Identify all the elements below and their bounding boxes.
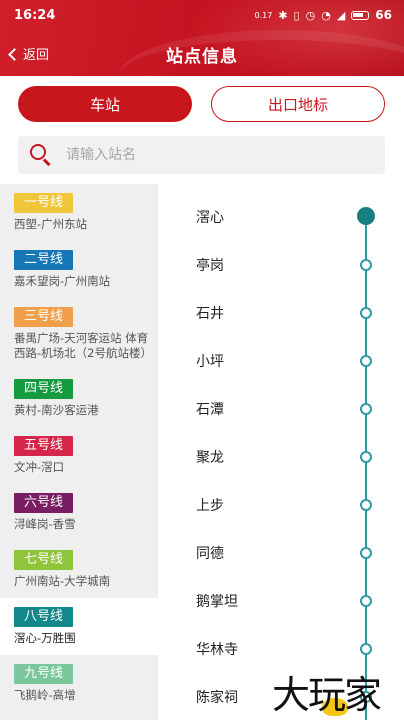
signal-icon: ◢: [336, 8, 346, 22]
line-badge: 九号线: [14, 664, 73, 684]
line-badge: 八号线: [14, 607, 73, 627]
line-list[interactable]: 一号线西塱-广州东站二号线嘉禾望岗-广州南站三号线番禺广场-天河客运站 体育西路…: [0, 184, 158, 720]
line-item[interactable]: 六号线浔峰岗-香雪: [0, 484, 158, 541]
station-name: 同德: [196, 546, 224, 562]
station-name: 滘心: [196, 210, 224, 226]
station-name: 鹅掌坦: [196, 594, 238, 610]
status-icons: 0.17 ✱ ▯ ◷ ◔ ◢ 66: [255, 8, 392, 22]
line-item[interactable]: 四号线黄村-南沙客运港: [0, 370, 158, 427]
line-item[interactable]: 七号线广州南站-大学城南: [0, 541, 158, 598]
battery-percent: 66: [375, 8, 392, 22]
segmented-tabs: 车站 出口地标: [18, 86, 386, 122]
line-item[interactable]: 二号线嘉禾望岗-广州南站: [0, 241, 158, 298]
page-title: 站点信息: [166, 47, 238, 67]
status-bar: 16:24 0.17 ✱ ▯ ◷ ◔ ◢ 66: [0, 0, 404, 30]
line-route: 番禺广场-天河客运站 体育西路-机场北（2号航站楼）: [14, 331, 152, 360]
station-list[interactable]: 滘心亭岗石井小坪石潭聚龙上步同德鹅掌坦华林寺陈家祠: [158, 184, 404, 720]
station-dot: [360, 355, 372, 367]
line-badge: 七号线: [14, 550, 73, 570]
line-badge: 三号线: [14, 307, 73, 327]
line-route: 浔峰岗-香雪: [14, 517, 76, 531]
line-item[interactable]: 一号线西塱-广州东站: [0, 184, 158, 241]
network-speed: 0.17: [254, 10, 273, 20]
wifi-icon: ◔: [321, 8, 331, 22]
station-dot: [360, 499, 372, 511]
station-dot: [360, 451, 372, 463]
line-badge: 六号线: [14, 493, 73, 513]
status-time: 16:24: [14, 8, 56, 23]
line-badge: 一号线: [14, 193, 73, 213]
line-item[interactable]: 十三号线: [0, 712, 158, 720]
line-item[interactable]: 九号线飞鹅岭-高增: [0, 655, 158, 712]
station-row[interactable]: 上步: [158, 476, 404, 524]
station-row[interactable]: 鹅掌坦: [158, 572, 404, 620]
station-dot: [360, 403, 372, 415]
search-bar[interactable]: [18, 136, 385, 174]
vibrate-icon: ▯: [293, 8, 300, 22]
station-row[interactable]: 石井: [158, 284, 404, 332]
line-route: 滘心-万胜围: [14, 631, 76, 645]
nav-bar: 返回 站点信息: [0, 34, 404, 72]
station-name: 陈家祠: [196, 690, 238, 706]
station-name: 华林寺: [196, 642, 238, 658]
line-item[interactable]: 五号线文冲-滘口: [0, 427, 158, 484]
line-route: 西塱-广州东站: [14, 217, 88, 231]
line-badge: 二号线: [14, 250, 73, 270]
station-dot: [360, 547, 372, 559]
bluetooth-icon: ✱: [278, 8, 288, 22]
tab-stations[interactable]: 车站: [18, 86, 192, 122]
station-dot: [360, 643, 372, 655]
line-route: 文冲-滘口: [14, 460, 65, 474]
station-name: 上步: [196, 498, 224, 514]
station-name: 小坪: [196, 354, 224, 370]
station-name: 聚龙: [196, 450, 224, 466]
line-item[interactable]: 三号线番禺广场-天河客运站 体育西路-机场北（2号航站楼）: [0, 298, 158, 370]
station-name: 石井: [196, 306, 224, 322]
line-route: 黄村-南沙客运港: [14, 403, 99, 417]
current-station-dot: [357, 207, 375, 225]
line-badge: 四号线: [14, 379, 73, 399]
station-row[interactable]: 华林寺: [158, 620, 404, 668]
station-name: 石潭: [196, 402, 224, 418]
tab-exit-landmarks[interactable]: 出口地标: [211, 86, 385, 122]
station-row[interactable]: 亭岗: [158, 236, 404, 284]
app-header: 16:24 0.17 ✱ ▯ ◷ ◔ ◢ 66 返回 站点信息: [0, 0, 404, 76]
alarm-icon: ◷: [305, 8, 316, 22]
line-item[interactable]: 八号线滘心-万胜围: [0, 598, 158, 655]
line-route: 广州南站-大学城南: [14, 574, 111, 588]
station-row[interactable]: 小坪: [158, 332, 404, 380]
station-row[interactable]: 陈家祠: [158, 668, 404, 716]
battery-icon: [351, 10, 370, 20]
station-name: 亭岗: [196, 258, 224, 274]
search-icon: [30, 144, 52, 166]
station-row[interactable]: 石潭: [158, 380, 404, 428]
line-route: 嘉禾望岗-广州南站: [14, 274, 111, 288]
station-row[interactable]: 聚龙: [158, 428, 404, 476]
station-dot: [360, 307, 372, 319]
line-route: 飞鹅岭-高增: [14, 688, 76, 702]
station-row[interactable]: 滘心: [158, 188, 404, 236]
station-dot: [360, 691, 372, 703]
station-row[interactable]: 同德: [158, 524, 404, 572]
station-dot: [360, 595, 372, 607]
line-badge: 五号线: [14, 436, 73, 456]
search-input[interactable]: [66, 147, 346, 163]
station-dot: [360, 259, 372, 271]
